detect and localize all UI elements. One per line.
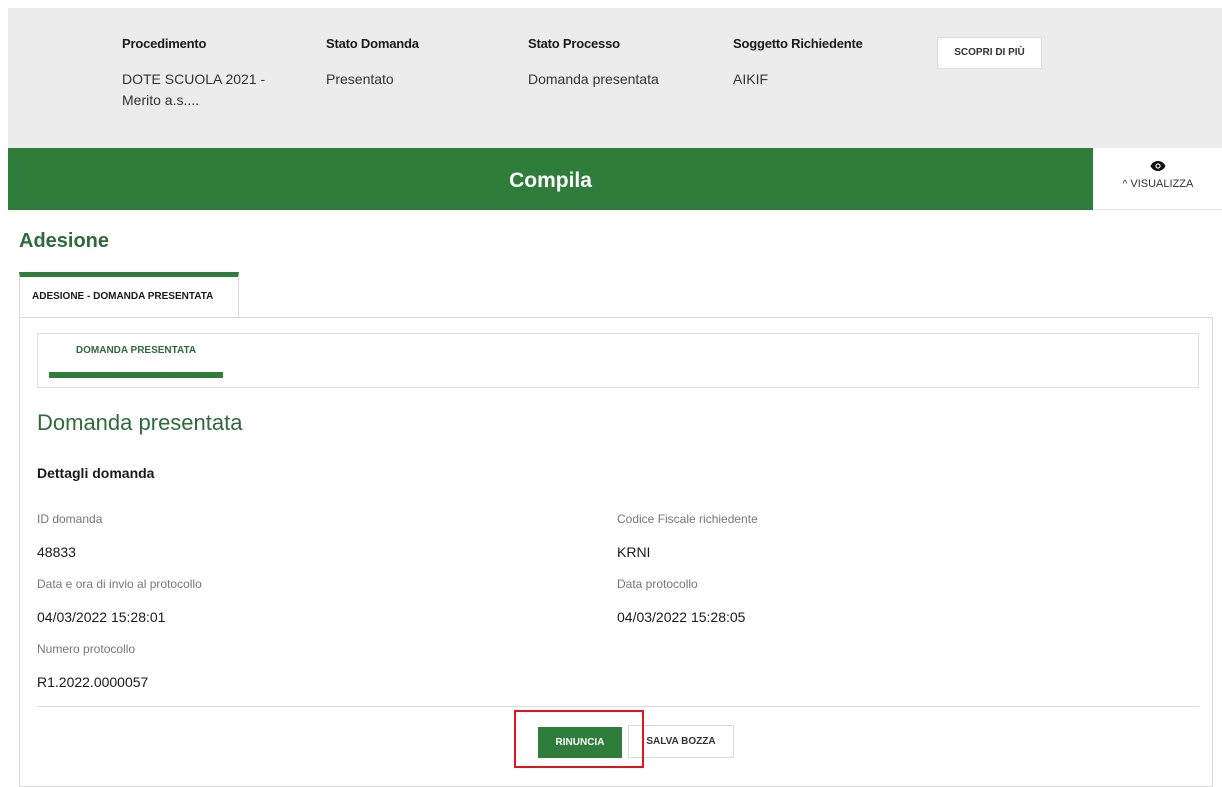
visualizza-text: VISUALIZZA xyxy=(1130,178,1194,190)
data-protocollo-value: 04/03/2022 15:28:05 xyxy=(617,609,746,625)
data-invio-value: 04/03/2022 15:28:01 xyxy=(37,609,166,625)
chevron-up-icon: ^ xyxy=(1122,179,1128,190)
soggetto-richiedente-column: Soggetto Richiedente AIKIF xyxy=(733,36,863,90)
data-invio-label: Data e ora di invio al protocollo xyxy=(37,577,202,591)
procedure-info-bar: Procedimento DOTE SCUOLA 2021 - Merito a… xyxy=(8,8,1222,148)
tab-adesione-domanda-presentata[interactable]: ADESIONE - DOMANDA PRESENTATA xyxy=(19,272,239,318)
rinuncia-button[interactable]: RINUNCIA xyxy=(538,727,622,758)
data-protocollo-label: Data protocollo xyxy=(617,577,698,591)
soggetto-richiedente-value: AIKIF xyxy=(733,71,769,87)
divider xyxy=(37,706,1199,707)
page-title: Domanda presentata xyxy=(37,410,243,435)
numero-protocollo-value: R1.2022.0000057 xyxy=(37,674,149,690)
stato-domanda-column: Stato Domanda Presentato xyxy=(326,36,419,90)
scopri-di-piu-button[interactable]: SCOPRI DI PIÙ xyxy=(937,37,1042,69)
soggetto-richiedente-label: Soggetto Richiedente xyxy=(733,36,863,51)
eye-icon xyxy=(1150,161,1166,171)
compila-banner: Compila xyxy=(8,148,1093,210)
details-subtitle: Dettagli domanda xyxy=(37,465,155,481)
salva-bozza-button[interactable]: SALVA BOZZA xyxy=(628,725,734,758)
stato-domanda-value: Presentato xyxy=(326,71,394,87)
inner-tab-bar: DOMANDA PRESENTATA xyxy=(37,333,1199,388)
stato-processo-column: Stato Processo Domanda presentata xyxy=(528,36,659,90)
stato-processo-value: Domanda presentata xyxy=(528,71,659,87)
section-title: Adesione xyxy=(19,230,110,252)
id-domanda-value: 48833 xyxy=(37,544,76,560)
stato-processo-label: Stato Processo xyxy=(528,36,620,51)
active-tab-indicator xyxy=(49,372,223,378)
id-domanda-label: ID domanda xyxy=(37,512,103,526)
content-panel: DOMANDA PRESENTATA Domanda presentata De… xyxy=(19,317,1213,787)
procedimento-label: Procedimento xyxy=(122,36,207,51)
numero-protocollo-label: Numero protocollo xyxy=(37,642,136,656)
stato-domanda-label: Stato Domanda xyxy=(326,36,419,51)
visualizza-toggle[interactable]: ^ VISUALIZZA xyxy=(1094,148,1222,210)
codice-fiscale-label: Codice Fiscale richiedente xyxy=(617,512,758,526)
codice-fiscale-value: KRNI xyxy=(617,544,651,560)
visualizza-label: ^ VISUALIZZA xyxy=(1094,178,1222,190)
procedimento-value: DOTE SCUOLA 2021 - Merito a.s.... xyxy=(122,71,266,108)
procedimento-column: Procedimento DOTE SCUOLA 2021 - Merito a… xyxy=(122,36,292,111)
